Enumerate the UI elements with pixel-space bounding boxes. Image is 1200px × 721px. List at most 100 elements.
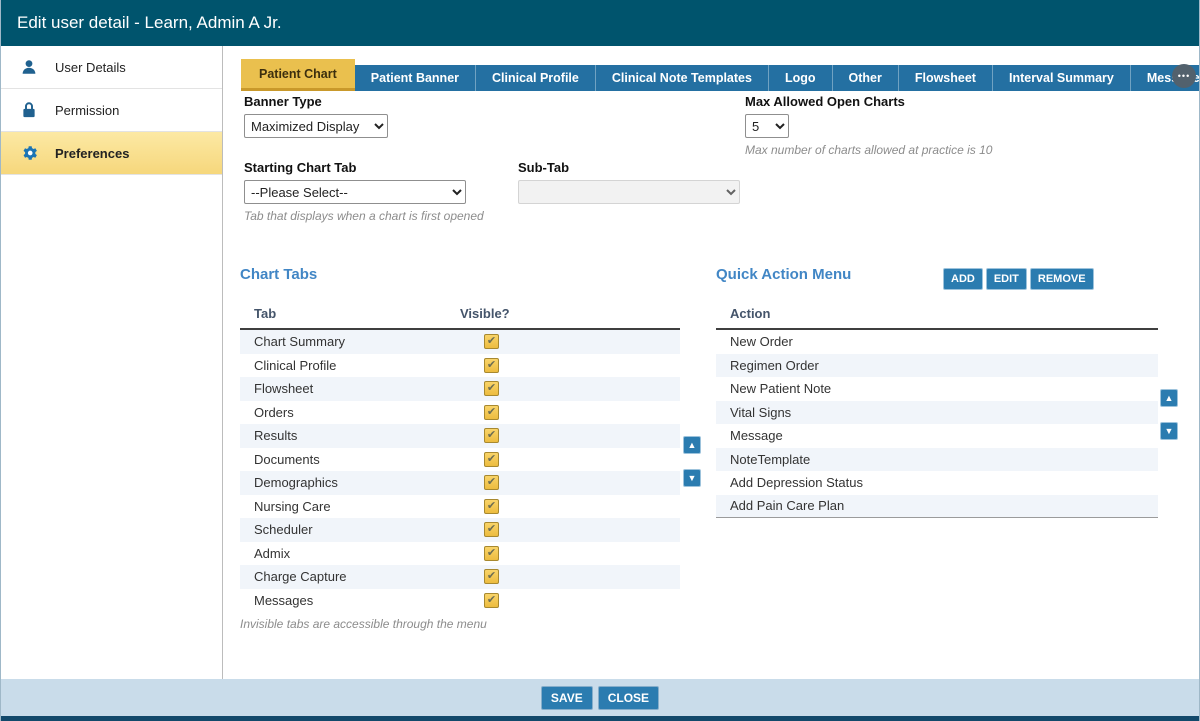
edit-button[interactable]: EDIT bbox=[986, 268, 1027, 290]
max-open-charts-help: Max number of charts allowed at practice… bbox=[745, 143, 992, 157]
visible-checkbox[interactable]: ✔ bbox=[484, 405, 499, 420]
chart-tab-row: Scheduler ✔ bbox=[240, 518, 680, 542]
tab-interval-summary[interactable]: Interval Summary bbox=[993, 65, 1131, 91]
chart-tabs-scroll-down-button[interactable]: ▼ bbox=[683, 469, 701, 487]
tab-flowsheet[interactable]: Flowsheet bbox=[899, 65, 993, 91]
chart-tab-row: Results ✔ bbox=[240, 424, 680, 448]
chart-tabs-scroll-up-button[interactable]: ▲ bbox=[683, 436, 701, 454]
max-open-charts-label: Max Allowed Open Charts bbox=[745, 94, 905, 109]
chart-tab-row: Demographics ✔ bbox=[240, 471, 680, 495]
add-button[interactable]: ADD bbox=[943, 268, 983, 290]
chart-tabs-rows: Chart Summary✔Clinical Profile✔Flowsheet… bbox=[240, 330, 680, 612]
quick-action-menu-heading: Quick Action Menu bbox=[716, 266, 851, 283]
action-name: NoteTemplate bbox=[730, 452, 810, 467]
chart-tab-name: Charge Capture bbox=[254, 569, 460, 584]
action-name: New Order bbox=[730, 334, 793, 349]
starting-chart-tab-label: Starting Chart Tab bbox=[244, 160, 356, 175]
visible-checkbox[interactable]: ✔ bbox=[484, 546, 499, 561]
remove-button[interactable]: REMOVE bbox=[1030, 268, 1094, 290]
visible-checkbox[interactable]: ✔ bbox=[484, 569, 499, 584]
sidebar-item-label: User Details bbox=[55, 60, 126, 75]
sidebar: User Details Permission Preferences bbox=[1, 46, 223, 679]
visible-checkbox[interactable]: ✔ bbox=[484, 452, 499, 467]
chart-tab-row: Documents ✔ bbox=[240, 448, 680, 472]
chart-tab-name: Clinical Profile bbox=[254, 358, 460, 373]
visible-checkbox[interactable]: ✔ bbox=[484, 334, 499, 349]
banner-type-select[interactable]: Maximized Display bbox=[244, 114, 388, 138]
sidebar-item-permission[interactable]: Permission bbox=[1, 89, 222, 132]
quick-action-rows: New Order Regimen Order New Patient NoteVi… bbox=[716, 330, 1158, 518]
save-button[interactable]: SAVE bbox=[541, 686, 593, 710]
column-header-tab: Tab bbox=[254, 306, 460, 321]
page-title: Edit user detail - Learn, Admin A Jr. bbox=[1, 0, 1199, 46]
chart-tab-name: Documents bbox=[254, 452, 460, 467]
tab-clinical-note-templates[interactable]: Clinical Note Templates bbox=[596, 65, 769, 91]
chart-tab-name: Demographics bbox=[254, 475, 460, 490]
quick-action-row[interactable]: Regimen Order bbox=[716, 354, 1158, 378]
chart-tab-row: Charge Capture ✔ bbox=[240, 565, 680, 589]
visible-checkbox[interactable]: ✔ bbox=[484, 358, 499, 373]
max-open-charts-select[interactable]: 5 bbox=[745, 114, 789, 138]
starting-chart-tab-help: Tab that displays when a chart is first … bbox=[244, 209, 484, 223]
sidebar-item-user-details[interactable]: User Details bbox=[1, 46, 222, 89]
quick-action-row[interactable]: Add Depression Status bbox=[716, 471, 1158, 495]
quick-action-row[interactable]: NoteTemplate bbox=[716, 448, 1158, 472]
tab-overflow-button[interactable]: ••• bbox=[1172, 64, 1196, 88]
quick-action-scroll-down-button[interactable]: ▼ bbox=[1160, 422, 1178, 440]
chart-tab-name: Orders bbox=[254, 405, 460, 420]
app-window: Edit user detail - Learn, Admin A Jr. Us… bbox=[0, 0, 1200, 721]
tab-patient-chart[interactable]: Patient Chart bbox=[241, 59, 355, 91]
chart-tab-row: Orders ✔ bbox=[240, 401, 680, 425]
quick-action-table: Action New Order Regimen Order New Patient… bbox=[716, 302, 1158, 518]
bottom-edge bbox=[1, 716, 1199, 721]
sidebar-item-preferences[interactable]: Preferences bbox=[1, 132, 222, 175]
gear-icon bbox=[19, 143, 39, 163]
chart-tab-name: Results bbox=[254, 428, 460, 443]
user-icon bbox=[19, 57, 39, 77]
chart-tab-row: Messages✔ bbox=[240, 589, 680, 613]
visible-checkbox[interactable]: ✔ bbox=[484, 428, 499, 443]
chart-tabs-heading: Chart Tabs bbox=[240, 266, 317, 283]
chart-tab-name: Nursing Care bbox=[254, 499, 460, 514]
action-name: Add Depression Status bbox=[730, 475, 863, 490]
quick-action-row[interactable]: Message bbox=[716, 424, 1158, 448]
chart-tabs-table: Tab Visible? Chart Summary ✔ Clinical Prof… bbox=[240, 302, 680, 612]
action-name: Regimen Order bbox=[730, 358, 819, 373]
visible-checkbox[interactable]: ✔ bbox=[484, 381, 499, 396]
tab-clinical-profile[interactable]: Clinical Profile bbox=[476, 65, 596, 91]
quick-action-row[interactable]: New Patient Note bbox=[716, 377, 1158, 401]
quick-action-buttons: ADD EDIT REMOVE bbox=[943, 268, 1094, 290]
action-name: Add Pain Care Plan bbox=[730, 498, 844, 513]
close-button[interactable]: CLOSE bbox=[598, 686, 659, 710]
chart-tab-name: Chart Summary bbox=[254, 334, 460, 349]
quick-action-row[interactable]: Vital Signs bbox=[716, 401, 1158, 425]
tab-logo[interactable]: Logo bbox=[769, 65, 833, 91]
action-name: Message bbox=[730, 428, 783, 443]
tab-other[interactable]: Other bbox=[833, 65, 899, 91]
quick-action-row[interactable]: New Order bbox=[716, 330, 1158, 354]
chart-tab-name: Scheduler bbox=[254, 522, 460, 537]
chart-tab-row: Flowsheet ✔ bbox=[240, 377, 680, 401]
visible-checkbox[interactable]: ✔ bbox=[484, 499, 499, 514]
visible-checkbox[interactable]: ✔ bbox=[484, 475, 499, 490]
chart-tab-name: Flowsheet bbox=[254, 381, 460, 396]
footer-bar: SAVE CLOSE bbox=[1, 679, 1199, 716]
chart-tab-row: Nursing Care ✔ bbox=[240, 495, 680, 519]
chart-tabs-footnote: Invisible tabs are accessible through th… bbox=[240, 617, 487, 631]
visible-checkbox[interactable]: ✔ bbox=[484, 593, 499, 608]
column-header-visible: Visible? bbox=[460, 306, 510, 321]
tab-bar: Patient Chart Patient Banner Clinical Pr… bbox=[241, 59, 1199, 91]
sidebar-item-label: Preferences bbox=[55, 146, 129, 161]
preferences-panel: Patient Chart Patient Banner Clinical Pr… bbox=[223, 46, 1199, 679]
quick-action-row[interactable]: Add Pain Care Plan bbox=[716, 495, 1158, 519]
sidebar-item-label: Permission bbox=[55, 103, 119, 118]
quick-action-header: Action bbox=[716, 302, 1158, 330]
visible-checkbox[interactable]: ✔ bbox=[484, 522, 499, 537]
banner-type-label: Banner Type bbox=[244, 94, 322, 109]
quick-action-scroll-up-button[interactable]: ▲ bbox=[1160, 389, 1178, 407]
sub-tab-select[interactable] bbox=[518, 180, 740, 204]
starting-chart-tab-select[interactable]: --Please Select-- bbox=[244, 180, 466, 204]
chart-tab-row: Admix✔ bbox=[240, 542, 680, 566]
sub-tab-label: Sub-Tab bbox=[518, 160, 569, 175]
tab-patient-banner[interactable]: Patient Banner bbox=[355, 65, 476, 91]
